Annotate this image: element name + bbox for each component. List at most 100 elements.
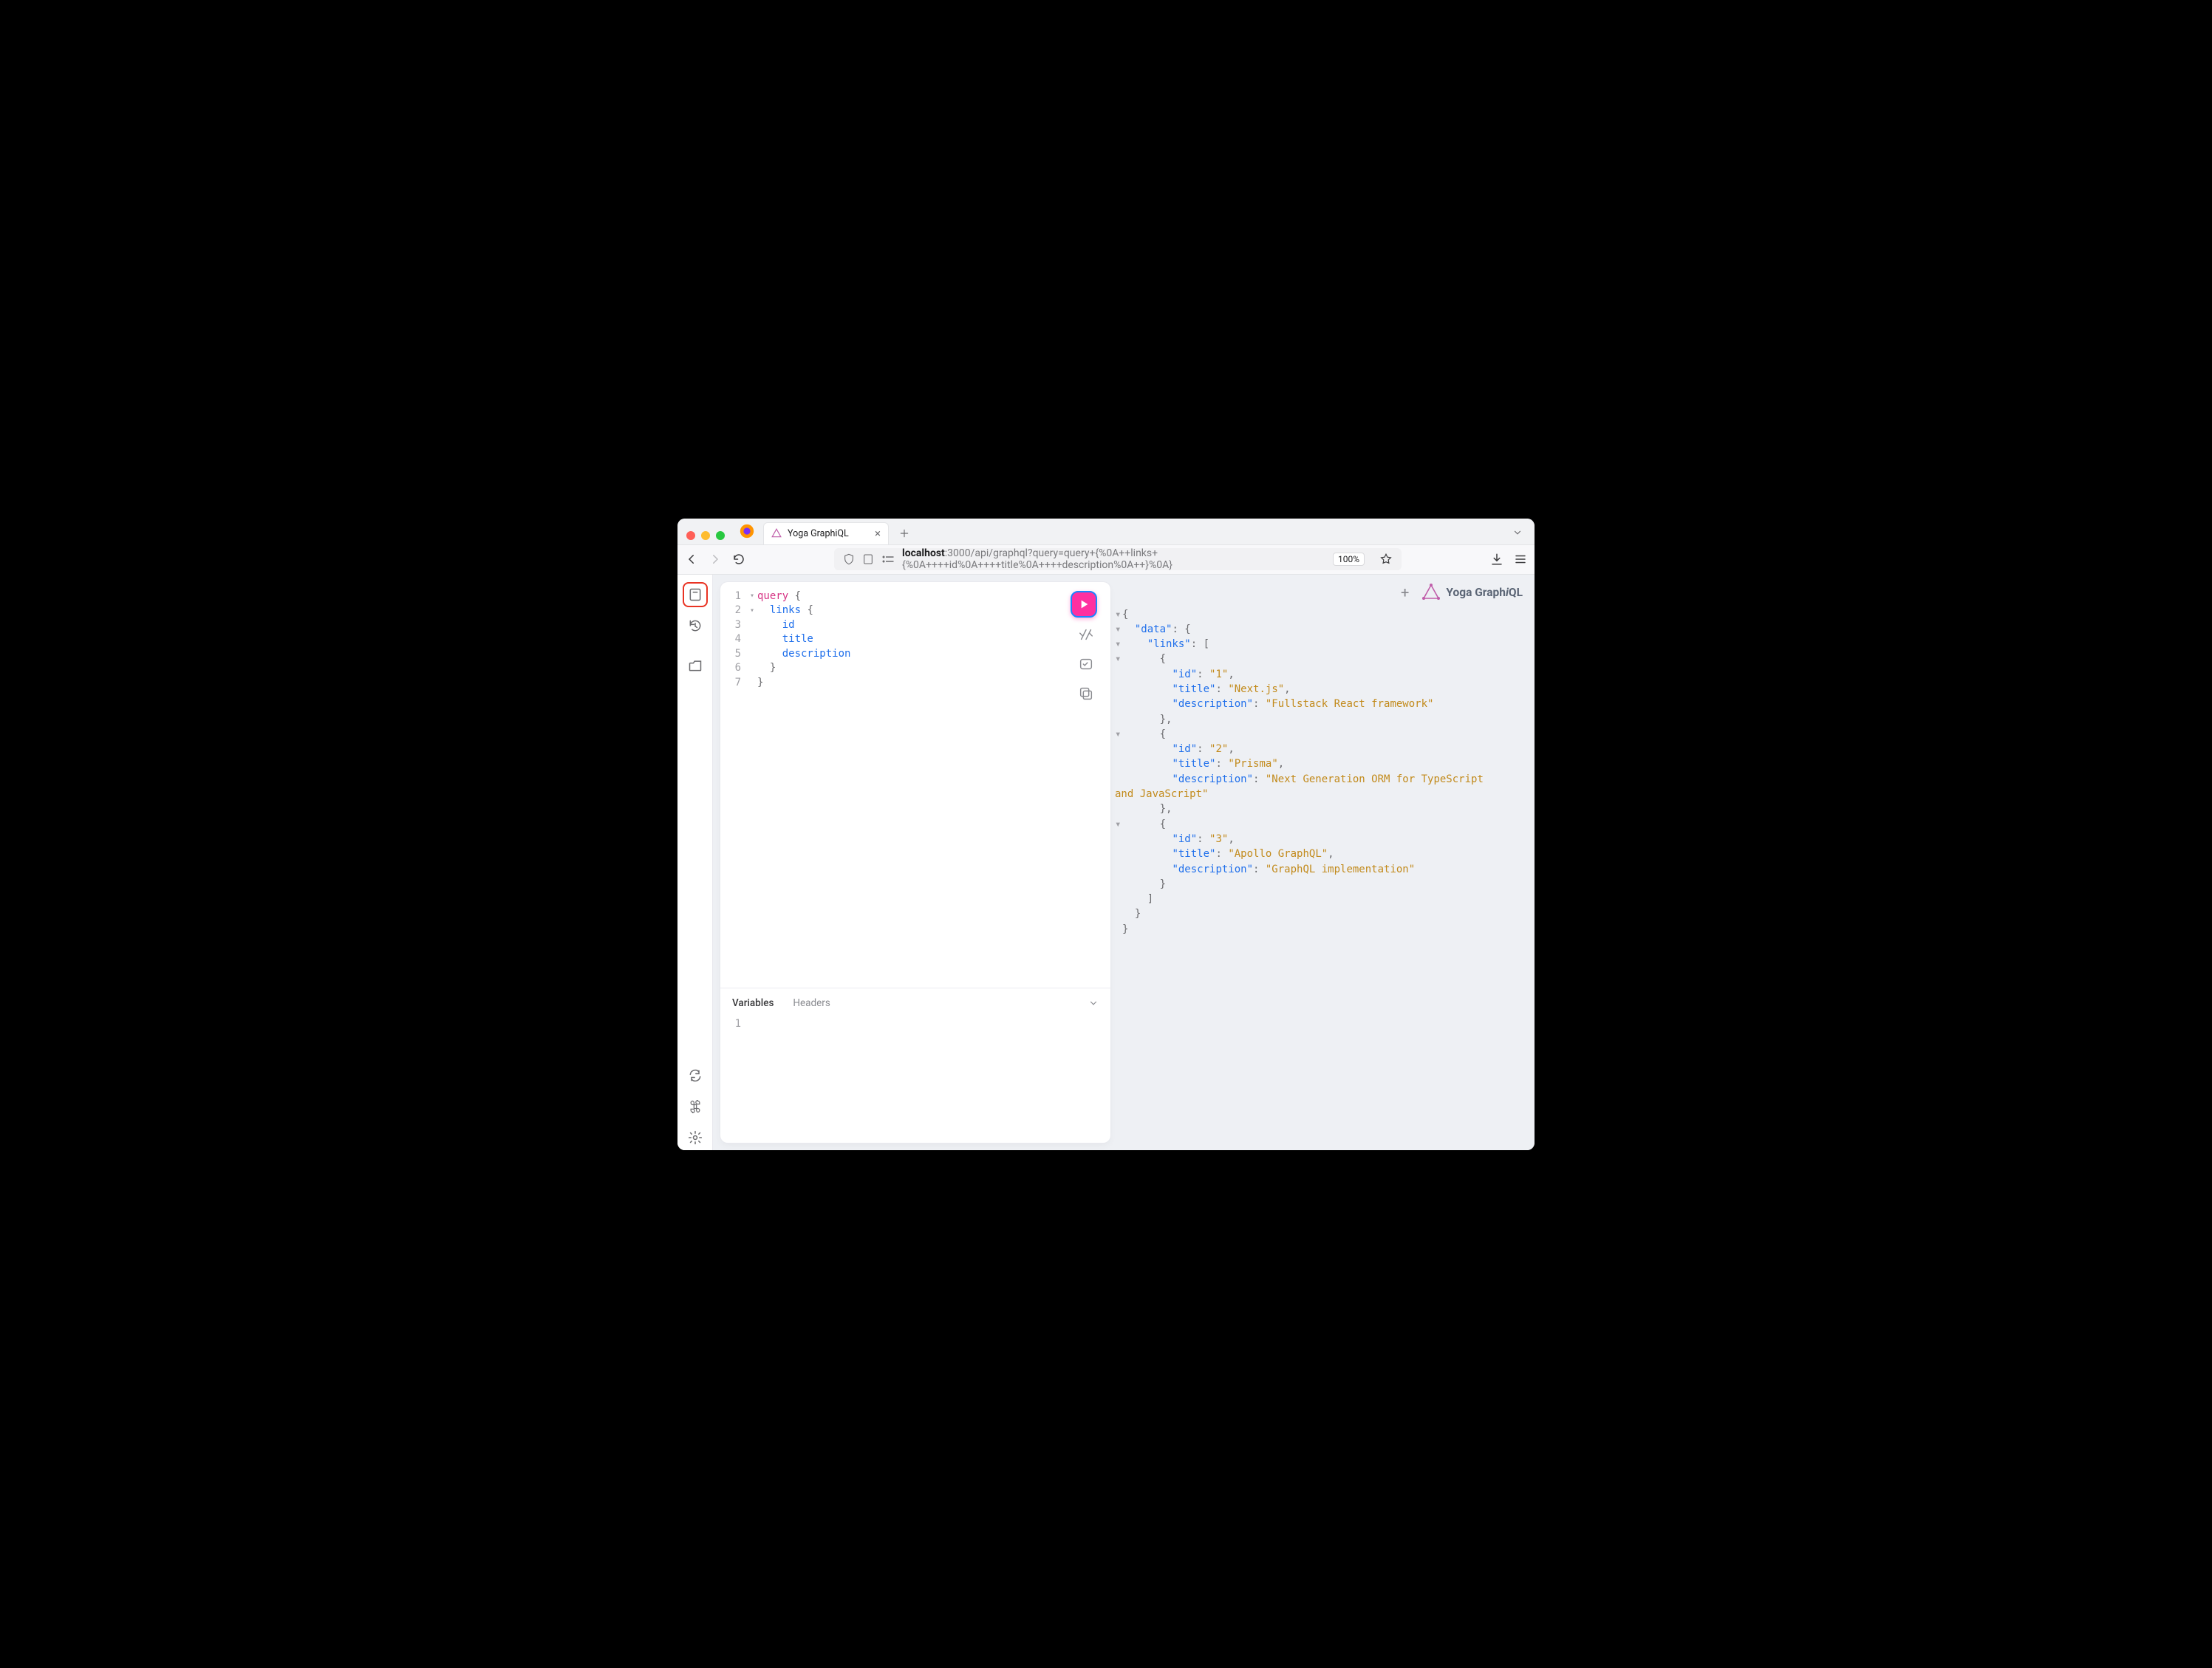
fold-arrow-icon bbox=[1115, 801, 1122, 816]
browser-window: Yoga GraphiQL × localhost:3000/api/graph… bbox=[677, 519, 1535, 1150]
query-editor[interactable]: 1234567 ▾▾ query { links { id title desc… bbox=[720, 582, 1110, 988]
menu-icon[interactable] bbox=[1514, 553, 1527, 566]
app-content: 1234567 ▾▾ query { links { id title desc… bbox=[677, 575, 1535, 1150]
site-info-icon[interactable] bbox=[862, 553, 874, 565]
merge-icon[interactable] bbox=[1078, 656, 1094, 672]
code-line: links { bbox=[757, 604, 1103, 618]
tabs-overflow-button[interactable] bbox=[1508, 523, 1527, 542]
json-line: ] bbox=[1115, 892, 1524, 906]
line-number: 7 bbox=[720, 676, 741, 691]
json-line: } bbox=[1115, 906, 1524, 921]
toolbar: localhost:3000/api/graphql?query=query+{… bbox=[677, 545, 1535, 575]
tab-headers[interactable]: Headers bbox=[793, 997, 830, 1009]
json-line: "description": "Next Generation ORM for … bbox=[1115, 772, 1499, 802]
line-number: 3 bbox=[720, 618, 741, 633]
tab-bar: Yoga GraphiQL × bbox=[677, 519, 1535, 545]
line-number: 2 bbox=[720, 604, 741, 618]
new-tab-button[interactable] bbox=[895, 524, 914, 543]
fold-toggle-icon bbox=[747, 676, 757, 691]
fold-arrow-icon[interactable]: ▾ bbox=[1115, 637, 1122, 652]
response-viewer[interactable]: ▾{▾ "data": {▾ "links": [▾ { "id": "1", … bbox=[1113, 604, 1524, 937]
fold-toggle-icon[interactable]: ▾ bbox=[747, 589, 757, 604]
tab-variables[interactable]: Variables bbox=[732, 997, 774, 1009]
fold-arrow-icon bbox=[1115, 922, 1122, 937]
fold-toggle-icon bbox=[747, 618, 757, 633]
settings-button[interactable] bbox=[683, 1125, 708, 1150]
fold-toggle-icon bbox=[747, 661, 757, 676]
downloads-icon[interactable] bbox=[1490, 553, 1503, 566]
minimize-window-button[interactable] bbox=[701, 531, 710, 540]
close-window-button[interactable] bbox=[686, 531, 695, 540]
history-button[interactable] bbox=[683, 613, 708, 638]
code-line: id bbox=[757, 618, 1103, 633]
fold-arrow-icon bbox=[1115, 697, 1122, 711]
fold-arrow-icon bbox=[1115, 667, 1122, 682]
code-line: title bbox=[757, 632, 1103, 647]
sidebar-rail bbox=[677, 575, 713, 1150]
copy-icon[interactable] bbox=[1078, 686, 1094, 702]
address-bar[interactable]: localhost:3000/api/graphql?query=query+{… bbox=[834, 548, 1402, 570]
prettify-icon[interactable] bbox=[1078, 626, 1094, 643]
json-line: "title": "Prisma", bbox=[1115, 756, 1524, 771]
json-line: ▾ "links": [ bbox=[1115, 637, 1524, 652]
browser-tab[interactable]: Yoga GraphiQL × bbox=[763, 522, 889, 544]
back-button[interactable] bbox=[685, 553, 698, 566]
line-number: 6 bbox=[720, 661, 741, 676]
fold-arrow-icon bbox=[1115, 756, 1122, 771]
forward-button[interactable] bbox=[709, 553, 722, 566]
json-line: }, bbox=[1115, 712, 1524, 727]
fold-toggle-icon bbox=[747, 632, 757, 647]
fold-arrow-icon bbox=[1115, 847, 1122, 861]
fold-arrow-icon[interactable]: ▾ bbox=[1115, 727, 1122, 742]
fold-arrow-icon bbox=[1115, 682, 1122, 697]
firefox-logo-icon bbox=[737, 521, 757, 541]
json-line: }, bbox=[1115, 801, 1524, 816]
refresh-schema-button[interactable] bbox=[683, 1063, 708, 1088]
explorer-button[interactable] bbox=[683, 653, 708, 678]
fold-arrow-icon[interactable]: ▾ bbox=[1115, 652, 1122, 666]
fold-arrow-icon bbox=[1115, 772, 1122, 787]
json-line: ▾ { bbox=[1115, 652, 1524, 666]
json-line: "title": "Next.js", bbox=[1115, 682, 1524, 697]
yoga-graphiql-logo: Yoga GraphiQL bbox=[1422, 584, 1523, 601]
json-line: } bbox=[1115, 877, 1524, 892]
maximize-window-button[interactable] bbox=[716, 531, 725, 540]
fold-toggle-icon[interactable]: ▾ bbox=[747, 604, 757, 618]
fold-toggle-icon bbox=[747, 647, 757, 662]
code-line: } bbox=[757, 661, 1103, 676]
fold-arrow-icon[interactable]: ▾ bbox=[1115, 607, 1122, 622]
editor-column: 1234567 ▾▾ query { links { id title desc… bbox=[713, 575, 1110, 1150]
json-line: "id": "3", bbox=[1115, 832, 1524, 847]
window-controls bbox=[685, 531, 731, 544]
collapse-panel-icon[interactable] bbox=[1088, 998, 1099, 1008]
json-line: "id": "1", bbox=[1115, 667, 1524, 682]
json-line: ▾{ bbox=[1115, 607, 1524, 622]
fold-arrow-icon[interactable]: ▾ bbox=[1115, 817, 1122, 832]
bookmark-star-icon[interactable] bbox=[1379, 553, 1393, 566]
json-line: ▾ { bbox=[1115, 727, 1524, 742]
code-line: } bbox=[757, 676, 1103, 691]
shield-icon bbox=[843, 553, 855, 565]
add-tab-button[interactable]: + bbox=[1401, 584, 1409, 601]
docs-explorer-button[interactable] bbox=[683, 582, 708, 607]
fold-arrow-icon[interactable]: ▾ bbox=[1115, 622, 1122, 637]
line-number: 1 bbox=[720, 1018, 741, 1033]
url-text: localhost:3000/api/graphql?query=query+{… bbox=[902, 547, 1325, 571]
tab-title: Yoga GraphiQL bbox=[788, 528, 849, 539]
fold-arrow-icon bbox=[1115, 892, 1122, 906]
line-number: 5 bbox=[720, 647, 741, 662]
reload-button[interactable] bbox=[732, 553, 745, 566]
fold-arrow-icon bbox=[1115, 742, 1122, 756]
zoom-indicator[interactable]: 100% bbox=[1333, 553, 1365, 566]
graphql-logo-icon bbox=[1422, 584, 1440, 601]
permissions-icon[interactable] bbox=[881, 554, 895, 564]
code-line: query { bbox=[757, 589, 1103, 604]
fold-arrow-icon bbox=[1115, 862, 1122, 877]
fold-arrow-icon bbox=[1115, 906, 1122, 921]
close-tab-icon[interactable]: × bbox=[875, 528, 881, 539]
json-line: ▾ "data": { bbox=[1115, 622, 1524, 637]
json-line: "title": "Apollo GraphQL", bbox=[1115, 847, 1524, 861]
variables-editor[interactable]: 1 bbox=[720, 1014, 1110, 1143]
execute-button[interactable] bbox=[1071, 591, 1097, 618]
shortcuts-button[interactable] bbox=[683, 1094, 708, 1119]
